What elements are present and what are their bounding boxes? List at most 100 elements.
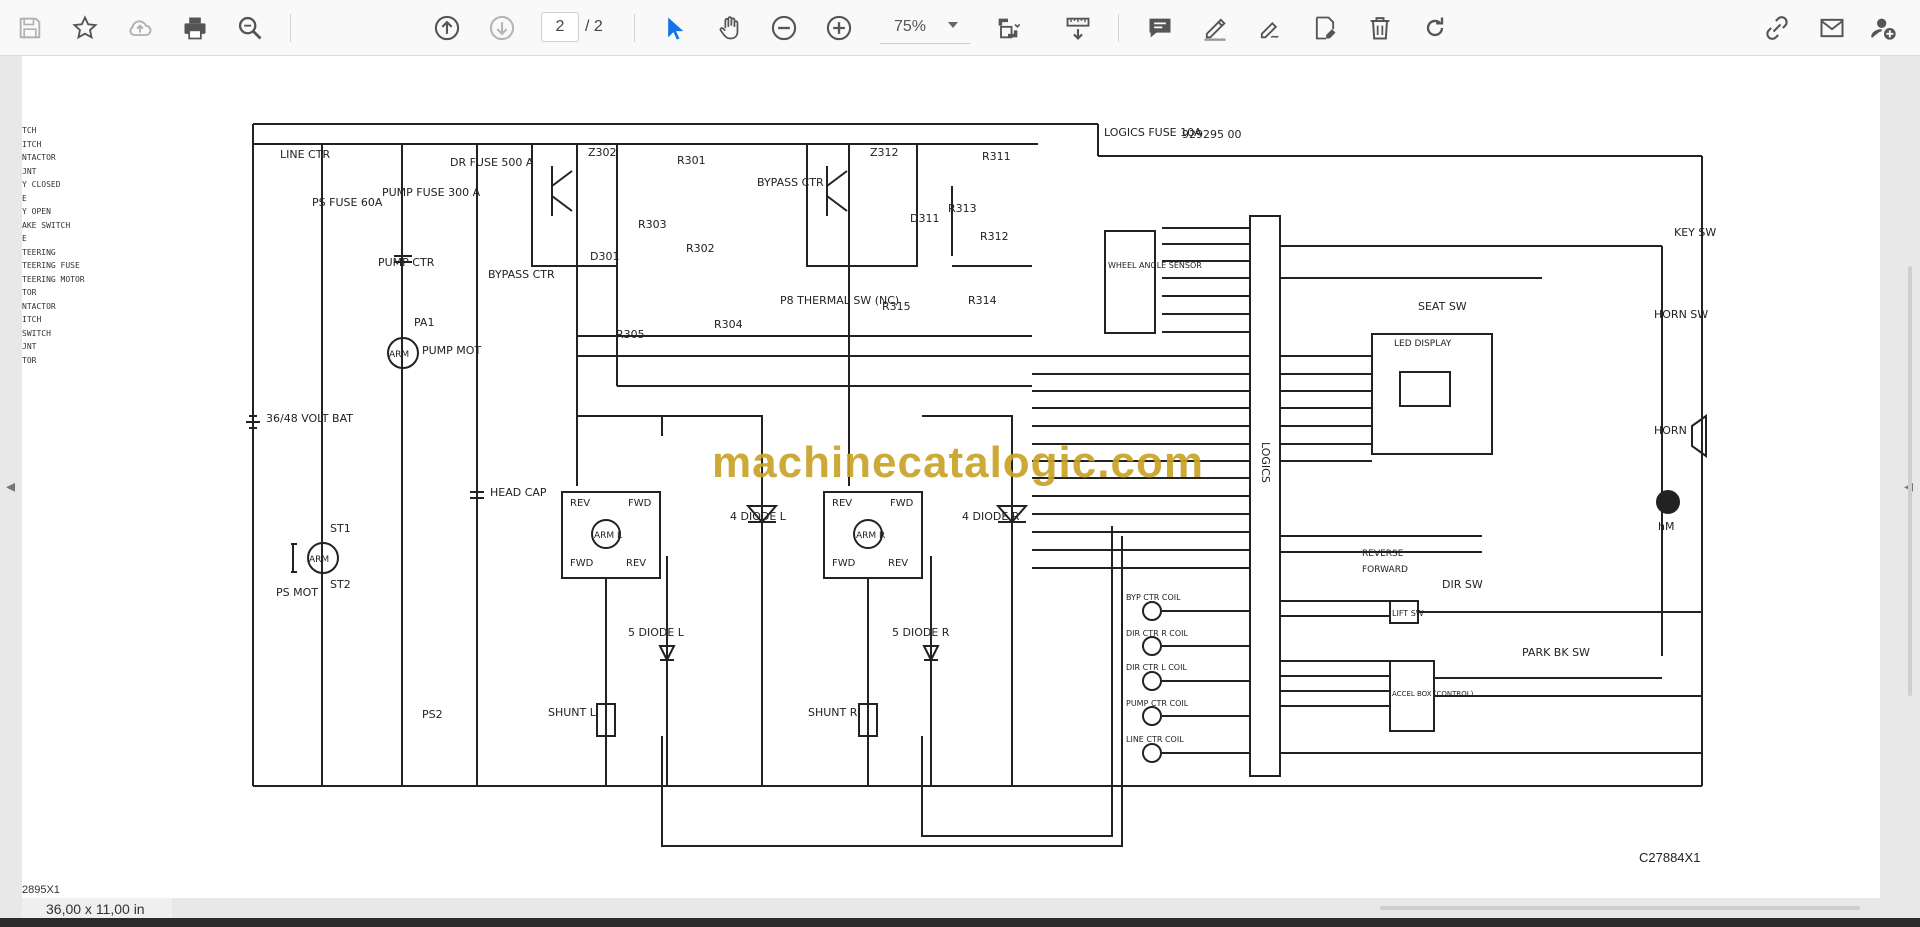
ruler-icon[interactable] xyxy=(1058,8,1098,48)
label-pump-ctr-coil: PUMP CTR COIL xyxy=(1126,699,1189,708)
star-icon[interactable] xyxy=(65,8,105,48)
document-viewer[interactable]: ◂ ◂ TCHITCHNTACTORJNTY CLOSEDEY OPENAKE … xyxy=(0,56,1920,927)
drawing-ref-fragment: 2895X1 xyxy=(22,884,60,896)
label-arm-l: ARM L xyxy=(594,531,622,541)
magnifier-icon[interactable] xyxy=(230,8,270,48)
label-pump-fuse: PUMP FUSE 300 A xyxy=(382,186,481,199)
label-rev-left-bottom: REV xyxy=(626,558,646,569)
label-arm-ps: ARM xyxy=(309,555,329,565)
zoom-select[interactable]: 75% xyxy=(880,12,970,44)
label-forward: FORWARD xyxy=(1362,565,1408,575)
label-byp-ctr-coil: BYP CTR COIL xyxy=(1126,593,1181,602)
watermark: machinecatalogic.com xyxy=(712,438,1204,487)
label-accel-box: ACCEL BOX (CONTROL) xyxy=(1392,690,1474,698)
label-key-sw: KEY SW xyxy=(1674,226,1716,239)
label-fwd-left-bottom: FWD xyxy=(570,558,594,569)
page-total: / 2 xyxy=(585,18,603,35)
label-thermal-switch: P8 THERMAL SW (NC) xyxy=(780,294,899,307)
signature-icon[interactable] xyxy=(1250,8,1290,48)
page-size-status: 36,00 x 11,00 in xyxy=(22,898,172,920)
label-d311: D311 xyxy=(910,212,939,225)
label-drawing-ref: 929295 00 xyxy=(1182,128,1242,141)
chevron-down-icon[interactable] xyxy=(948,22,958,28)
label-dir-ctr-r-coil: DIR CTR R COIL xyxy=(1126,629,1189,638)
label-arm-pump: ARM xyxy=(389,350,409,360)
label-hm: hM xyxy=(1658,520,1674,533)
label-dr-fuse: DR FUSE 500 A xyxy=(450,156,534,169)
drawing-number: C27884X1 xyxy=(1639,850,1701,865)
label-r311: R311 xyxy=(982,150,1011,163)
label-fwd-left: FWD xyxy=(628,498,652,509)
label-st1: ST1 xyxy=(330,522,351,535)
label-dir-ctr-l-coil: DIR CTR L COIL xyxy=(1126,663,1187,672)
label-arm-r: ARM R xyxy=(856,531,885,541)
label-lift-sw: LIFT SW xyxy=(1392,609,1424,618)
label-horn: HORN xyxy=(1654,424,1687,437)
rotate-icon[interactable] xyxy=(1415,8,1455,48)
label-diode-l5: 5 DIODE L xyxy=(628,626,685,639)
pdf-toolbar: 2 / 2 75% xyxy=(0,0,1920,56)
label-r301: R301 xyxy=(677,154,706,167)
label-pump-ctr: PUMP CTR xyxy=(378,256,435,269)
pdf-page: TCH ITCH NTACTOR JNT Y CLOSED E Y OPEN AKE SWIT… xyxy=(22,56,1880,898)
user-add-icon[interactable] xyxy=(1864,8,1904,48)
label-r303: R303 xyxy=(638,218,667,231)
label-pump-mot: PUMP MOT xyxy=(422,344,481,357)
cursor-icon[interactable] xyxy=(654,8,694,48)
stamp-icon[interactable] xyxy=(1305,8,1345,48)
label-ps-fuse: PS FUSE 60A xyxy=(312,196,383,209)
label-battery: 36/48 VOLT BAT xyxy=(266,412,353,425)
trash-icon[interactable] xyxy=(1360,8,1400,48)
label-line-ctr: LINE CTR xyxy=(280,148,330,161)
arrow-down-circle-icon[interactable] xyxy=(482,8,522,48)
label-z312: Z312 xyxy=(870,146,899,159)
pen-icon[interactable] xyxy=(1195,8,1235,48)
fit-page-icon[interactable] xyxy=(988,8,1028,48)
label-r302: R302 xyxy=(686,242,715,255)
label-seat-sw: SEAT SW xyxy=(1418,300,1467,313)
label-line-ctr-coil: LINE CTR COIL xyxy=(1126,735,1184,744)
label-rev-left: REV xyxy=(570,498,590,509)
plus-circle-icon[interactable] xyxy=(819,8,859,48)
label-diode-r5: 5 DIODE R xyxy=(892,626,950,639)
label-r305: R305 xyxy=(616,328,645,341)
label-wheel-angle-sensor: WHEEL ANGLE SENSOR xyxy=(1108,261,1202,270)
page-number-input[interactable]: 2 xyxy=(541,12,579,42)
label-reverse: REVERSE xyxy=(1362,549,1404,559)
label-head-cap: HEAD CAP xyxy=(490,486,547,499)
label-fwd-right: FWD xyxy=(890,498,914,509)
comment-icon[interactable] xyxy=(1140,8,1180,48)
label-d301: D301 xyxy=(590,250,619,263)
label-r314: R314 xyxy=(968,294,997,307)
save-icon[interactable] xyxy=(10,8,50,48)
label-r312: R312 xyxy=(980,230,1009,243)
hand-icon[interactable] xyxy=(710,8,750,48)
scrollbar-thumb[interactable] xyxy=(1908,266,1912,696)
horizontal-scrollbar[interactable] xyxy=(1380,906,1860,910)
vertical-scrollbar[interactable] xyxy=(1906,56,1914,906)
arrow-up-circle-icon[interactable] xyxy=(427,8,467,48)
label-shunt-l: SHUNT L xyxy=(548,706,597,719)
mail-icon[interactable] xyxy=(1812,8,1852,48)
label-pa1: PA1 xyxy=(414,316,434,329)
label-bypass-ctr-left: BYPASS CTR xyxy=(488,268,555,281)
label-led-display: LED DISPLAY xyxy=(1394,339,1452,349)
label-fwd-right-bottom: FWD xyxy=(832,558,856,569)
printer-icon[interactable] xyxy=(175,8,215,48)
label-z302: Z302 xyxy=(588,146,617,159)
share-link-icon[interactable] xyxy=(1757,8,1797,48)
label-diode-l4: 4 DIODE L xyxy=(730,510,787,523)
cloud-upload-icon[interactable] xyxy=(120,8,160,48)
label-ps-mot: PS MOT xyxy=(276,586,318,599)
label-dir-sw: DIR SW xyxy=(1442,578,1483,591)
label-st2: ST2 xyxy=(330,578,351,591)
label-rev-right-bottom: REV xyxy=(888,558,908,569)
label-shunt-r: SHUNT R xyxy=(808,706,858,719)
label-horn-sw: HORN SW xyxy=(1654,308,1708,321)
taskbar-strip xyxy=(0,918,1920,927)
label-r304: R304 xyxy=(714,318,743,331)
minus-circle-icon[interactable] xyxy=(764,8,804,48)
label-diode-r4: 4 DIODE R xyxy=(962,510,1020,523)
label-bypass-ctr-right: BYPASS CTR xyxy=(757,176,824,189)
chevron-left-icon[interactable]: ◂ xyxy=(6,476,15,497)
